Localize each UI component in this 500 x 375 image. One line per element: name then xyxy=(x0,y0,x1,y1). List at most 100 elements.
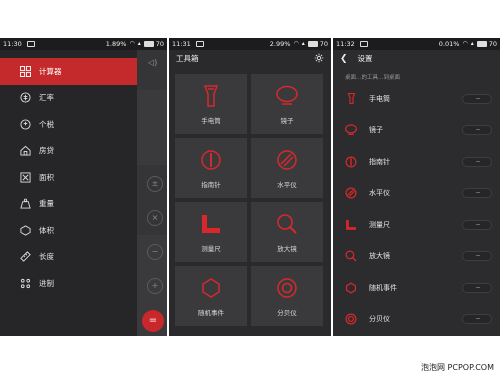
wifi-icon: ◠ xyxy=(129,40,135,47)
drawer-item-label: 体积 xyxy=(39,225,54,235)
show-on-desktop-toggle[interactable] xyxy=(462,282,492,293)
drawer-item-label: 汇率 xyxy=(39,93,54,103)
status-percent: 0.01% xyxy=(438,40,460,48)
battery-icon xyxy=(307,41,318,47)
decibel-meter-icon xyxy=(276,275,298,301)
image-notification-icon xyxy=(195,41,204,47)
drawer-item-area[interactable]: 面积 xyxy=(0,164,137,191)
multiply-icon: × xyxy=(147,210,163,226)
drawer-item-label: 房贷 xyxy=(39,146,54,156)
equals-button[interactable]: = xyxy=(142,310,164,332)
tool-tile-random-event[interactable]: 随机事件 xyxy=(175,266,247,326)
tool-tile-mirror[interactable]: 镜子 xyxy=(251,74,323,134)
drawer-item-exchange-rate[interactable]: 汇率 xyxy=(0,85,137,112)
back-arrow-icon[interactable]: ❮ xyxy=(340,54,348,64)
show-on-desktop-toggle[interactable] xyxy=(462,125,492,136)
flashlight-icon xyxy=(344,92,358,106)
screen-settings: 11:32 0.01% ◠ ▴ 70 ❮ 设置 桌面…的工具…到桌面 手电筒 镜… xyxy=(333,38,500,336)
tool-tile-flashlight[interactable]: 手电筒 xyxy=(175,74,247,134)
wifi-icon: ◠ xyxy=(293,40,299,47)
drawer-item-income-tax[interactable]: 个税 xyxy=(0,111,137,138)
battery-icon xyxy=(476,41,487,47)
length-icon xyxy=(18,250,32,264)
app-bar: ❮ 设置 xyxy=(333,50,500,67)
tool-tile-magnifier[interactable]: 放大镜 xyxy=(251,202,323,262)
weight-icon xyxy=(18,197,32,211)
dice-icon xyxy=(344,281,358,295)
drawer-item-calculator[interactable]: 计算器 xyxy=(0,58,137,85)
show-on-desktop-toggle[interactable] xyxy=(462,219,492,230)
status-bar: 11:30 1.89% ◠ ▴ 70 xyxy=(0,38,167,50)
settings-row-decibel-meter: 分贝仪 xyxy=(333,304,500,336)
status-time: 11:30 xyxy=(3,40,22,48)
settings-gear-icon[interactable] xyxy=(314,53,324,65)
background-calculator-app: ± × − + xyxy=(136,50,167,336)
drawer-item-mortgage[interactable]: 房贷 xyxy=(0,138,137,165)
show-on-desktop-toggle[interactable] xyxy=(462,156,492,167)
status-percent: 1.89% xyxy=(105,40,127,48)
battery-level: 70 xyxy=(488,40,497,48)
show-on-desktop-toggle[interactable] xyxy=(462,93,492,104)
settings-list: 手电筒 镜子 指南针 水平仪 测量尺 放大镜 随机事件 分贝仪 xyxy=(333,83,500,335)
tool-label: 分贝仪 xyxy=(277,309,297,317)
plus-minus-icon: ± xyxy=(147,176,163,192)
drawer-item-length[interactable]: 长度 xyxy=(0,244,137,271)
tool-tile-level[interactable]: 水平仪 xyxy=(251,138,323,198)
settings-row-label: 水平仪 xyxy=(369,189,390,198)
drawer-item-weight[interactable]: 重量 xyxy=(0,191,137,218)
minus-icon: − xyxy=(147,244,163,260)
nav-drawer: 计算器 汇率 个税 房贷 面积 重量 体积 长度 进制 xyxy=(0,50,137,336)
screen-toolbox: 11:31 2.99% ◠ ▴ 70 工具箱 手电筒 镜子 指南针 水平仪 测量… xyxy=(169,38,331,336)
screen-calculator-drawer: 11:30 1.89% ◠ ▴ 70 ± × − + ◁) = 计算器 汇率 个… xyxy=(0,38,167,336)
drawer-item-label: 面积 xyxy=(39,172,54,182)
settings-row-ruler: 测量尺 xyxy=(333,209,500,241)
image-notification-icon xyxy=(359,41,368,47)
tool-label: 放大镜 xyxy=(277,245,297,253)
show-on-desktop-toggle[interactable] xyxy=(462,251,492,262)
show-on-desktop-toggle[interactable] xyxy=(462,188,492,199)
tool-tile-decibel-meter[interactable]: 分贝仪 xyxy=(251,266,323,326)
settings-row-magnifier: 放大镜 xyxy=(333,241,500,273)
drawer-item-volume[interactable]: 体积 xyxy=(0,217,137,244)
status-bar: 11:31 2.99% ◠ ▴ 70 xyxy=(169,38,331,50)
mortgage-icon xyxy=(18,144,32,158)
dice-icon xyxy=(200,275,222,301)
settings-row-label: 手电筒 xyxy=(369,94,390,103)
tool-label: 指南针 xyxy=(201,181,221,189)
plus-icon: + xyxy=(147,278,163,294)
wifi-icon: ◠ xyxy=(462,40,468,47)
battery-level: 70 xyxy=(155,40,164,48)
page-title: 设置 xyxy=(357,54,373,63)
status-time: 11:31 xyxy=(172,40,191,48)
exchange-rate-icon xyxy=(18,91,32,105)
show-on-desktop-toggle[interactable] xyxy=(462,314,492,325)
settings-row-label: 镜子 xyxy=(369,126,383,135)
status-time: 11:32 xyxy=(336,40,355,48)
image-notification-icon xyxy=(26,41,35,47)
settings-row-mirror: 镜子 xyxy=(333,115,500,147)
tool-tile-ruler[interactable]: 测量尺 xyxy=(175,202,247,262)
ruler-icon xyxy=(344,218,358,232)
magnifier-icon xyxy=(276,211,298,237)
drawer-item-label: 长度 xyxy=(39,252,54,262)
compass-icon xyxy=(200,147,222,173)
calculator-icon xyxy=(18,64,32,78)
ruler-icon xyxy=(200,211,222,237)
drawer-item-base-conversion[interactable]: 进制 xyxy=(0,270,137,297)
tool-grid: 手电筒 镜子 指南针 水平仪 测量尺 放大镜 随机事件 分贝仪 xyxy=(175,74,325,326)
flashlight-icon xyxy=(202,83,220,109)
drawer-item-label: 重量 xyxy=(39,199,54,209)
sound-icon: ◁) xyxy=(148,58,158,67)
income-tax-icon xyxy=(18,117,32,131)
status-percent: 2.99% xyxy=(269,40,291,48)
drawer-item-label: 计算器 xyxy=(39,66,62,76)
settings-row-label: 分贝仪 xyxy=(369,315,390,324)
mirror-icon xyxy=(274,83,300,109)
level-icon xyxy=(344,186,358,200)
base-conversion-icon xyxy=(18,276,32,290)
signal-icon: ▴ xyxy=(301,40,305,47)
drawer-item-label: 个税 xyxy=(39,119,54,129)
tool-tile-compass[interactable]: 指南针 xyxy=(175,138,247,198)
settings-row-label: 测量尺 xyxy=(369,220,390,229)
decibel-meter-icon xyxy=(344,312,358,326)
